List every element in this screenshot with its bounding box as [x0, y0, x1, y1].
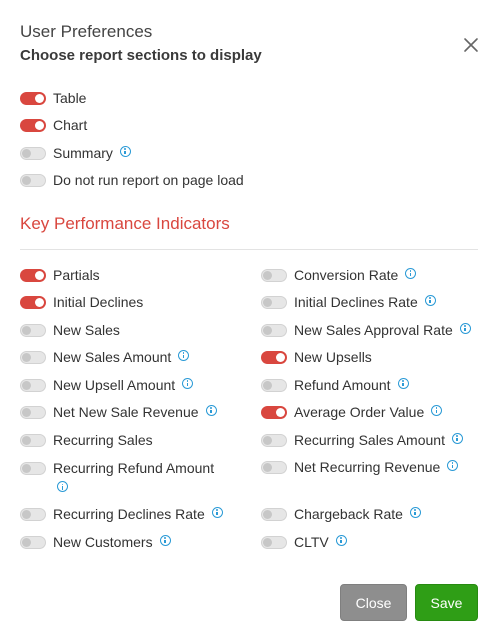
kpi-toggle-cltv[interactable]: CLTV [261, 532, 347, 552]
dialog-title: User Preferences [20, 22, 153, 41]
save-button[interactable]: Save [415, 584, 478, 621]
kpi-toggle-net-recurring-revenue[interactable]: Net Recurring Revenue [261, 457, 459, 477]
kpi-toggle-average-order-value[interactable]: Average Order Value [261, 402, 443, 422]
kpi-heading: Key Performance Indicators [20, 214, 230, 233]
info-icon[interactable] [397, 377, 409, 389]
dialog-subtitle: Choose report sections to display [20, 47, 262, 64]
info-icon[interactable] [431, 404, 443, 416]
info-icon[interactable] [424, 294, 436, 306]
toggle-label: Conversion Rate [294, 267, 399, 283]
toggle-switch[interactable] [261, 350, 287, 364]
toggle-switch[interactable] [20, 295, 46, 309]
info-icon[interactable] [182, 377, 194, 389]
toggle-label: New Sales Amount [53, 349, 172, 365]
toggle-label: Refund Amount [294, 377, 391, 393]
kpi-toggle-recurring-declines-rate[interactable]: Recurring Declines Rate [20, 504, 223, 524]
toggle-label: Chargeback Rate [294, 506, 403, 522]
kpi-toggle-initial-declines-rate[interactable]: Initial Declines Rate [261, 292, 436, 312]
kpi-toggle-recurring-sales[interactable]: Recurring Sales [20, 430, 153, 450]
toggle-switch[interactable] [20, 91, 46, 105]
section-toggle-chart[interactable]: Chart [20, 115, 87, 135]
toggle-label: Partials [53, 267, 100, 283]
toggle-switch[interactable] [20, 173, 46, 187]
toggle-label: Average Order Value [294, 404, 425, 420]
toggle-label: Net New Sale Revenue [53, 404, 199, 420]
kpi-toggle-new-customers[interactable]: New Customers [20, 532, 171, 552]
toggle-label: Summary [53, 145, 113, 161]
info-icon[interactable] [159, 534, 171, 546]
toggle-label: Initial Declines [53, 294, 144, 310]
toggle-label: Recurring Sales [53, 432, 153, 448]
toggle-label: Net Recurring Revenue [294, 459, 441, 475]
toggle-label: Recurring Sales Amount [294, 432, 445, 448]
toggle-switch[interactable] [20, 146, 46, 160]
close-button[interactable]: Close [340, 584, 407, 621]
toggle-switch[interactable] [20, 405, 46, 419]
toggle-switch[interactable] [261, 535, 287, 549]
toggle-label: Recurring Refund Amount [53, 460, 215, 476]
info-icon[interactable] [459, 322, 471, 334]
section-toggle-table[interactable]: Table [20, 88, 86, 108]
toggle-switch[interactable] [261, 405, 287, 419]
toggle-label: Initial Declines Rate [294, 294, 418, 310]
info-icon[interactable] [119, 145, 131, 157]
info-icon[interactable] [178, 349, 190, 361]
toggle-label: Do not run report on page load [53, 172, 244, 188]
toggle-switch[interactable] [261, 268, 287, 282]
user-preferences-dialog: User Preferences Choose report sections … [0, 0, 498, 640]
toggle-switch[interactable] [261, 460, 287, 474]
toggle-switch[interactable] [20, 433, 46, 447]
toggle-label: New Upsell Amount [53, 377, 176, 393]
kpi-toggle-new-sales-approval-rate[interactable]: New Sales Approval Rate [261, 320, 471, 340]
toggle-label: Chart [53, 117, 88, 133]
info-icon[interactable] [409, 506, 421, 518]
toggle-label: New Upsells [294, 349, 372, 365]
info-icon[interactable] [335, 534, 347, 546]
toggle-label: New Sales Approval Rate [294, 322, 453, 338]
info-icon[interactable] [405, 267, 417, 279]
toggle-switch[interactable] [20, 462, 46, 475]
toggle-switch[interactable] [261, 507, 287, 521]
toggle-label: Recurring Declines Rate [53, 506, 205, 522]
kpi-toggle-partials[interactable]: Partials [20, 265, 100, 285]
info-icon[interactable] [205, 404, 217, 416]
info-icon[interactable] [57, 481, 68, 492]
toggle-switch[interactable] [261, 378, 287, 392]
toggle-switch[interactable] [261, 433, 287, 447]
divider [20, 249, 478, 250]
toggle-switch[interactable] [20, 535, 46, 549]
info-icon[interactable] [447, 459, 459, 471]
toggle-switch[interactable] [261, 295, 287, 309]
toggle-switch[interactable] [20, 118, 46, 132]
toggle-label: New Customers [53, 534, 153, 550]
kpi-toggle-conversion-rate[interactable]: Conversion Rate [261, 265, 417, 285]
section-toggle-no-autorun[interactable]: Do not run report on page load [20, 170, 244, 190]
info-icon[interactable] [451, 432, 463, 444]
kpi-toggle-recurring-refund-amount[interactable]: Recurring Refund Amount [20, 459, 240, 495]
kpi-toggle-new-upsell-amount[interactable]: New Upsell Amount [20, 375, 194, 395]
kpi-toggle-new-sales[interactable]: New Sales [20, 320, 120, 340]
toggle-switch[interactable] [20, 323, 46, 337]
kpi-toggle-refund-amount[interactable]: Refund Amount [261, 375, 409, 395]
kpi-toggle-new-sales-amount[interactable]: New Sales Amount [20, 347, 190, 367]
toggle-switch[interactable] [20, 268, 46, 282]
toggle-switch[interactable] [20, 378, 46, 392]
toggle-label: CLTV [294, 534, 329, 550]
kpi-toggle-initial-declines[interactable]: Initial Declines [20, 292, 143, 312]
toggle-switch[interactable] [20, 350, 46, 364]
kpi-toggle-chargeback-rate[interactable]: Chargeback Rate [261, 504, 421, 524]
kpi-toggle-net-new-sale-revenue[interactable]: Net New Sale Revenue [20, 402, 217, 422]
toggle-label: Table [53, 90, 87, 106]
toggle-label: New Sales [53, 322, 120, 338]
toggle-switch[interactable] [20, 507, 46, 521]
info-icon[interactable] [211, 506, 223, 518]
kpi-toggle-recurring-sales-amount[interactable]: Recurring Sales Amount [261, 430, 463, 450]
kpi-toggle-new-upsells[interactable]: New Upsells [261, 347, 372, 367]
close-icon[interactable] [462, 36, 480, 54]
section-toggle-summary[interactable]: Summary [20, 143, 131, 163]
toggle-switch[interactable] [261, 323, 287, 337]
